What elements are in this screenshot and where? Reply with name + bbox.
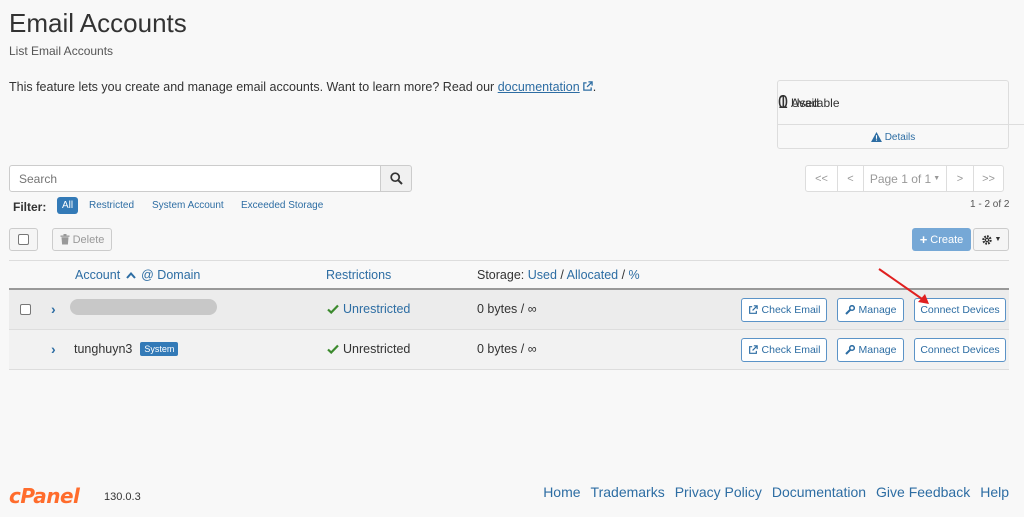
delete-button[interactable]: Delete	[52, 228, 112, 251]
caret-down-icon: ▼	[994, 236, 1002, 243]
plus-icon: +	[919, 232, 928, 247]
check-email-button[interactable]: Check Email	[741, 338, 827, 362]
warning-icon	[870, 132, 882, 142]
restriction-status: Unrestricted	[327, 342, 410, 356]
footer-link-home[interactable]: Home	[543, 484, 580, 500]
page-title: Email Accounts	[9, 8, 187, 38]
first-page-button[interactable]: <<	[805, 165, 838, 192]
manage-button[interactable]: Manage	[837, 338, 904, 362]
row-checkbox[interactable]	[20, 304, 31, 315]
annotation-arrow-icon	[878, 268, 929, 304]
sort-allocated-link[interactable]: Allocated	[567, 268, 618, 282]
stats-panel: 0 Available 1 Used Details	[777, 80, 1024, 149]
intro-end: .	[592, 80, 597, 94]
intro-description: This feature lets you create and manage …	[9, 80, 495, 94]
select-all-checkbox[interactable]	[9, 228, 38, 251]
settings-dropdown-button[interactable]: ▼	[973, 228, 1009, 251]
filter-label: Filter:	[13, 200, 47, 214]
next-page-button[interactable]: >	[946, 165, 974, 192]
check-icon	[327, 304, 339, 314]
prev-page-button[interactable]: <	[837, 165, 864, 192]
filter-exceeded-storage[interactable]: Exceeded Storage	[241, 200, 323, 211]
system-badge: System	[140, 342, 179, 356]
check-email-button[interactable]: Check Email	[741, 298, 827, 322]
trash-icon	[60, 234, 70, 245]
search-input[interactable]	[9, 165, 381, 192]
cpanel-logo[interactable]: cPanel	[9, 484, 80, 508]
expand-chevron-icon[interactable]: ›	[51, 301, 56, 317]
filter-all[interactable]: All	[57, 197, 79, 214]
result-count: 1 - 2 of 2	[970, 199, 1010, 210]
table-row: › Unrestricted 0 bytes / ∞ Check Email M…	[9, 290, 1009, 330]
footer-links: Home Trademarks Privacy Policy Documenta…	[533, 484, 1009, 500]
intro-text: This feature lets you create and manage …	[9, 80, 596, 94]
external-link-icon	[748, 305, 758, 314]
table-row: › tunghuyn3 System Unrestricted 0 bytes …	[9, 330, 1009, 370]
caret-down-icon: ▼	[933, 175, 941, 182]
page-select[interactable]: Page 1 of 1 ▼	[863, 165, 947, 192]
page-subtitle: List Email Accounts	[9, 44, 114, 58]
filter-system-account[interactable]: System Account	[152, 200, 224, 211]
account-name	[70, 299, 217, 315]
external-link-icon	[582, 81, 593, 91]
storage-column-header: Storage: Used / Allocated / %	[477, 268, 640, 282]
account-column-header[interactable]: Account @ Domain	[75, 268, 200, 282]
gear-icon	[981, 234, 992, 245]
used-stat: 1 Used	[778, 92, 820, 112]
sort-percent-link[interactable]: %	[629, 268, 640, 282]
storage-value: 0 bytes / ∞	[477, 342, 537, 356]
checkbox-box	[18, 234, 29, 245]
storage-value: 0 bytes / ∞	[477, 302, 537, 316]
wrench-icon	[844, 305, 855, 315]
details-link[interactable]: Details	[778, 125, 1008, 149]
redacted-account	[70, 299, 217, 315]
check-icon	[327, 344, 339, 354]
footer-link-documentation[interactable]: Documentation	[772, 484, 866, 500]
wrench-icon	[844, 345, 855, 355]
expand-chevron-icon[interactable]: ›	[51, 341, 56, 357]
search-button[interactable]	[380, 165, 412, 192]
sort-used-link[interactable]: Used	[528, 268, 557, 282]
footer-link-give-feedback[interactable]: Give Feedback	[876, 484, 970, 500]
version-label: 130.0.3	[104, 491, 141, 503]
account-name: tunghuyn3 System	[74, 342, 179, 356]
documentation-link[interactable]: documentation	[498, 80, 593, 94]
connect-devices-button[interactable]: Connect Devices	[914, 338, 1006, 362]
sort-up-icon	[125, 271, 136, 279]
last-page-button[interactable]: >>	[973, 165, 1004, 192]
pagination: << < Page 1 of 1 ▼ > >>	[805, 165, 1004, 192]
filter-restricted[interactable]: Restricted	[89, 200, 134, 211]
footer-link-trademarks[interactable]: Trademarks	[591, 484, 665, 500]
footer-link-help[interactable]: Help	[980, 484, 1009, 500]
restriction-status[interactable]: Unrestricted	[327, 302, 410, 316]
external-link-icon	[748, 345, 758, 354]
create-button[interactable]: + Create	[912, 228, 971, 251]
footer-link-privacy-policy[interactable]: Privacy Policy	[675, 484, 762, 500]
restrictions-column-header[interactable]: Restrictions	[326, 268, 391, 282]
search-icon	[389, 172, 403, 185]
